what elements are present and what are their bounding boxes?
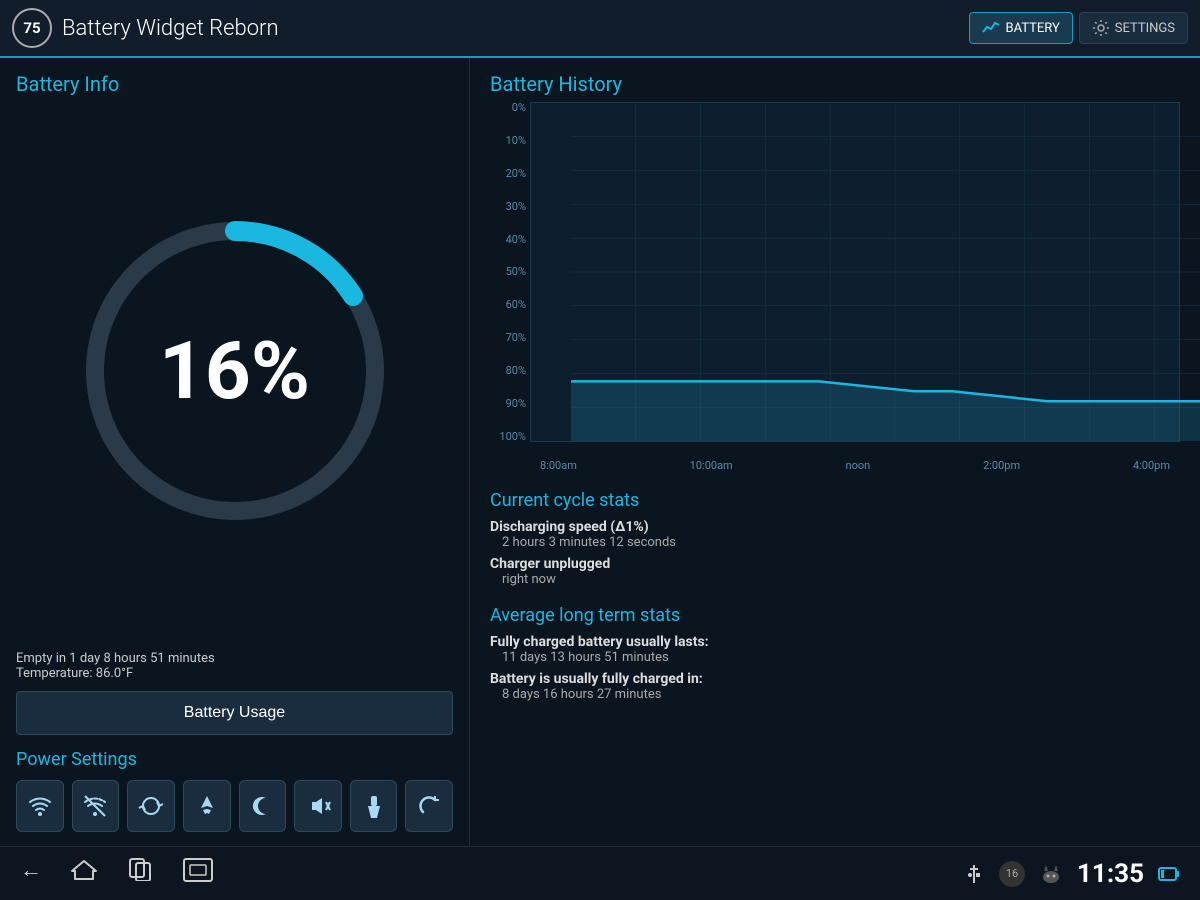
y-label-10: 10% [494, 135, 526, 146]
chart-area [530, 102, 1180, 442]
clock-display: 11:35 [1077, 859, 1144, 889]
x-label-4pm: 4:00pm [1133, 459, 1170, 472]
recents-button[interactable] [126, 857, 154, 891]
gear-icon [1092, 19, 1110, 37]
chart-line-svg [571, 103, 1200, 441]
battery-stats: Empty in 1 day 8 hours 51 minutes Temper… [16, 643, 453, 691]
topbar: 75 Battery Widget Reborn BATTERY SETTING… [0, 0, 1200, 58]
y-label-90: 90% [494, 398, 526, 409]
stat-charger-value: right now [490, 572, 1180, 587]
temperature: Temperature: 86.0°F [16, 666, 453, 681]
screenshot-button[interactable] [182, 857, 214, 891]
stat-charger: Charger unplugged right now [490, 556, 1180, 587]
stat-discharging-value: 2 hours 3 minutes 12 seconds [490, 535, 1180, 550]
cat-icon [1039, 863, 1063, 885]
right-panel: Battery History 100% 90% 80% 70% 60% 50%… [470, 58, 1200, 846]
left-panel: Battery Info 16% Empty in 1 day 8 hours … [0, 58, 470, 846]
y-label-40: 40% [494, 234, 526, 245]
mute-button[interactable] [294, 780, 342, 832]
stat-charge-time: Battery is usually fully charged in: 8 d… [490, 671, 1180, 702]
x-label-noon: noon [846, 459, 871, 472]
bottombar: ← 16 11:35 [0, 846, 1200, 900]
usb-icon [963, 863, 985, 885]
current-cycle-title: Current cycle stats [490, 490, 1180, 511]
chart-y-axis: 100% 90% 80% 70% 60% 50% 40% 30% 20% 10%… [490, 102, 530, 442]
stat-fully-charged-value: 11 days 13 hours 51 minutes [490, 650, 1180, 665]
empty-time: Empty in 1 day 8 hours 51 minutes [16, 651, 453, 666]
battery-status-icon [1158, 865, 1180, 883]
cycle-stats: Discharging speed (Δ1%) 2 hours 3 minute… [490, 519, 1180, 593]
app-title: Battery Widget Reborn [62, 16, 969, 41]
sync-button[interactable] [127, 780, 175, 832]
battery-percent-value: 16% [159, 324, 310, 418]
settings-tab-button[interactable]: SETTINGS [1079, 12, 1188, 44]
avg-longterm-title: Average long term stats [490, 605, 1180, 626]
airplane-mode-button[interactable] [183, 780, 231, 832]
main-content: Battery Info 16% Empty in 1 day 8 hours … [0, 58, 1200, 846]
stat-fully-charged-label: Fully charged battery usually lasts: [490, 634, 1180, 650]
chart-x-axis: 8:00am 10:00am noon 2:00pm 4:00pm [530, 444, 1180, 472]
stat-fully-charged: Fully charged battery usually lasts: 11 … [490, 634, 1180, 665]
y-label-80: 80% [494, 365, 526, 376]
wifi-off-button[interactable] [72, 780, 120, 832]
back-button[interactable]: ← [20, 857, 42, 891]
battery-history-title: Battery History [490, 72, 1180, 96]
battery-info-title: Battery Info [16, 72, 453, 96]
stat-charge-time-label: Battery is usually fully charged in: [490, 671, 1180, 687]
nav-icons: ← [20, 857, 963, 891]
chart-icon [982, 19, 1000, 37]
topbar-actions: BATTERY SETTINGS [969, 12, 1188, 44]
power-settings-title: Power Settings [16, 749, 453, 770]
battery-badge: 75 [12, 8, 52, 48]
home-button[interactable] [70, 857, 98, 891]
stat-discharging-label: Discharging speed (Δ1%) [490, 519, 1180, 535]
y-label-70: 70% [494, 332, 526, 343]
y-label-100: 100% [494, 431, 526, 442]
battery-tab-button[interactable]: BATTERY [969, 12, 1072, 44]
battery-percent-display: 16% [159, 331, 310, 411]
stat-charge-time-value: 8 days 16 hours 27 minutes [490, 687, 1180, 702]
x-label-10am: 10:00am [690, 459, 733, 472]
battery-level-badge: 16 [999, 861, 1025, 887]
flashlight-button[interactable] [350, 780, 398, 832]
y-label-50: 50% [494, 266, 526, 277]
x-label-2pm: 2:00pm [983, 459, 1020, 472]
y-label-30: 30% [494, 201, 526, 212]
battery-usage-button[interactable]: Battery Usage [16, 691, 453, 735]
stat-discharging: Discharging speed (Δ1%) 2 hours 3 minute… [490, 519, 1180, 550]
rotate-button[interactable] [405, 780, 453, 832]
wifi-on-button[interactable] [16, 780, 64, 832]
stat-charger-label: Charger unplugged [490, 556, 1180, 572]
y-label-0: 0% [494, 102, 526, 113]
y-label-20: 20% [494, 168, 526, 179]
y-label-60: 60% [494, 299, 526, 310]
status-icons: 16 11:35 [963, 859, 1180, 889]
x-label-8am: 8:00am [540, 459, 577, 472]
donut-chart-container: 16% [16, 106, 453, 635]
avg-stats: Fully charged battery usually lasts: 11 … [490, 634, 1180, 708]
power-icons-row [16, 780, 453, 832]
sleep-mode-button[interactable] [239, 780, 287, 832]
battery-history-chart: 100% 90% 80% 70% 60% 50% 40% 30% 20% 10%… [490, 102, 1180, 472]
